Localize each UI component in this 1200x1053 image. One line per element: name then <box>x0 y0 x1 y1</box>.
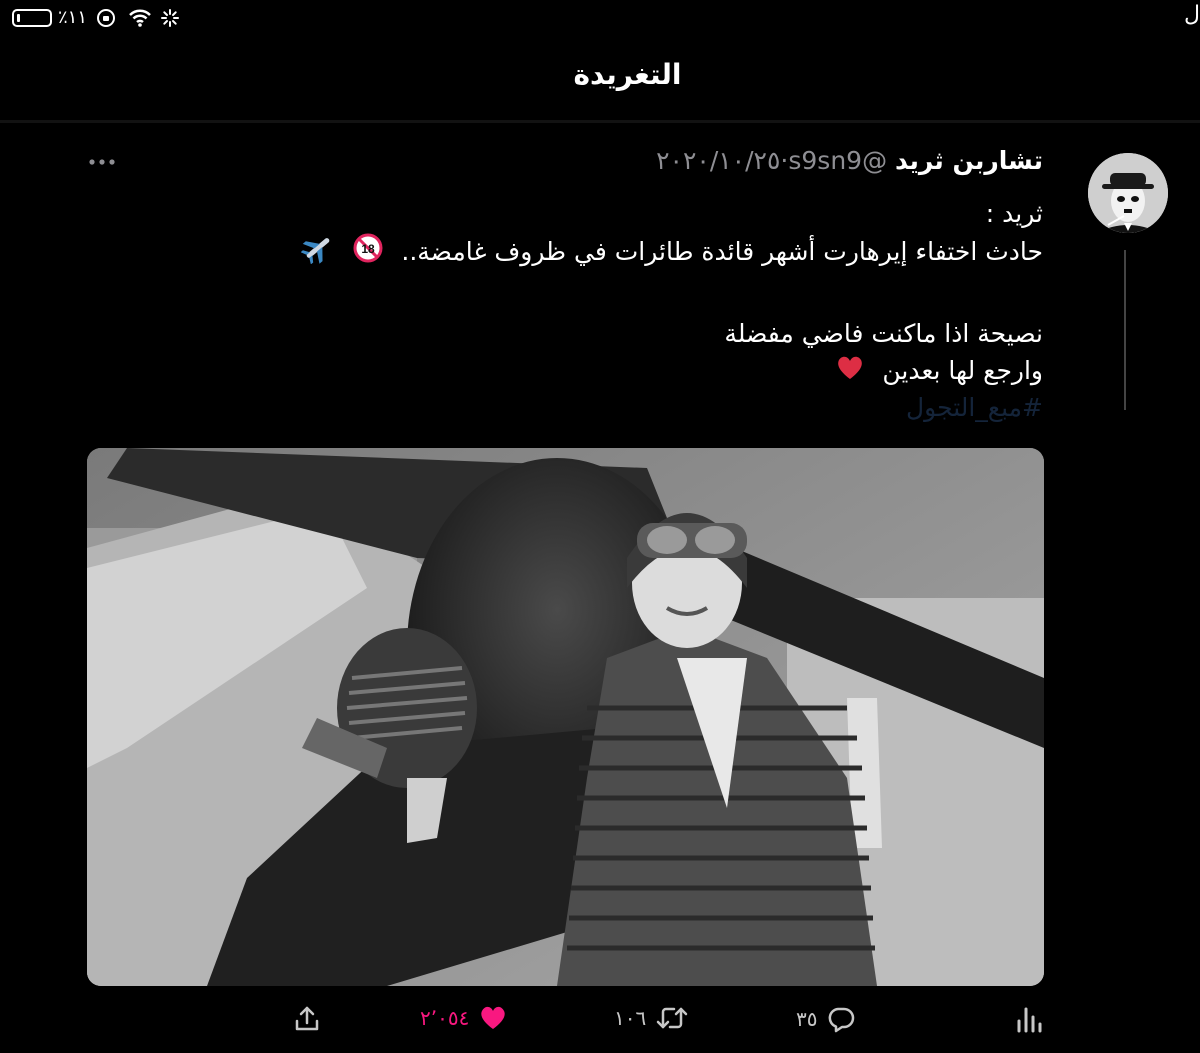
red-heart-icon <box>836 354 864 391</box>
tweet-date: ٢٠٢٠/١٠/٢٥ <box>656 146 781 175</box>
analytics-icon <box>1017 1007 1042 1033</box>
like-count: ٢٬٠٥٤ <box>420 1006 470 1030</box>
tweet-header: تشاربن ثريد @s9sn9·٢٠٢٠/١٠/٢٥ <box>656 146 1043 175</box>
svg-text:18: 18 <box>362 242 376 256</box>
battery-percentage: ٪١١ <box>58 7 88 28</box>
retweet-icon <box>656 1007 688 1029</box>
header: التغريدة <box>0 40 1200 120</box>
activity-spinner-icon <box>161 9 179 27</box>
tweet-line-text: وارجع لها بعدين <box>882 356 1043 385</box>
battery-icon <box>12 9 52 27</box>
tweet-photo[interactable] <box>87 448 1044 986</box>
more-icon[interactable] <box>88 156 116 168</box>
like-button[interactable]: ٢٬٠٥٤ <box>420 1005 507 1031</box>
reply-button[interactable]: ٣٥ <box>796 1005 855 1033</box>
hashtag-link[interactable]: #مبع_التجول <box>143 389 1043 426</box>
tweet-action-bar: ٣٥ ١٠٦ ٢٬٠٥٤ <box>0 1005 1200 1045</box>
tweet-text: ثريد : حادث اختفاء إيرهارت أشهر قائدة طا… <box>143 195 1043 426</box>
tweet-line: نصيحة اذا ماكنت فاضي مفضلة <box>724 319 1043 348</box>
edge-glyph: ل <box>1184 2 1200 27</box>
rotation-lock-icon <box>97 9 115 27</box>
share-button[interactable] <box>294 1005 320 1033</box>
tweet-line-with-emoji: وارجع لها بعدين <box>143 352 1043 389</box>
avatar-portrait <box>1088 153 1168 233</box>
like-icon <box>481 1006 506 1029</box>
analytics-button[interactable] <box>1016 1005 1042 1033</box>
no-under-18-icon: 18 <box>353 233 383 273</box>
page-title: التغريدة <box>573 58 682 91</box>
author-handle[interactable]: @s9sn9 <box>788 146 887 175</box>
avatar[interactable] <box>1088 153 1168 233</box>
airplane-icon <box>301 232 335 274</box>
retweet-button[interactable]: ١٠٦ <box>614 1005 688 1031</box>
tweet-line-with-emoji: حادث اختفاء إيرهارت أشهر قائدة طائرات في… <box>143 232 1043 269</box>
aviator-photo <box>87 448 1044 986</box>
tweet-line-text: حادث اختفاء إيرهارت أشهر قائدة طائرات في… <box>401 237 1043 266</box>
author-name[interactable]: تشاربن ثريد <box>895 146 1043 175</box>
retweet-count: ١٠٦ <box>614 1006 647 1030</box>
wifi-icon <box>129 9 151 27</box>
thread-line <box>1124 250 1126 410</box>
reply-count: ٣٥ <box>796 1007 818 1031</box>
header-divider <box>0 120 1200 123</box>
share-icon <box>295 1006 319 1031</box>
status-bar: ٪١١ ل <box>0 0 1200 40</box>
tweet-line: ثريد : <box>985 199 1043 228</box>
reply-icon <box>829 1007 855 1033</box>
